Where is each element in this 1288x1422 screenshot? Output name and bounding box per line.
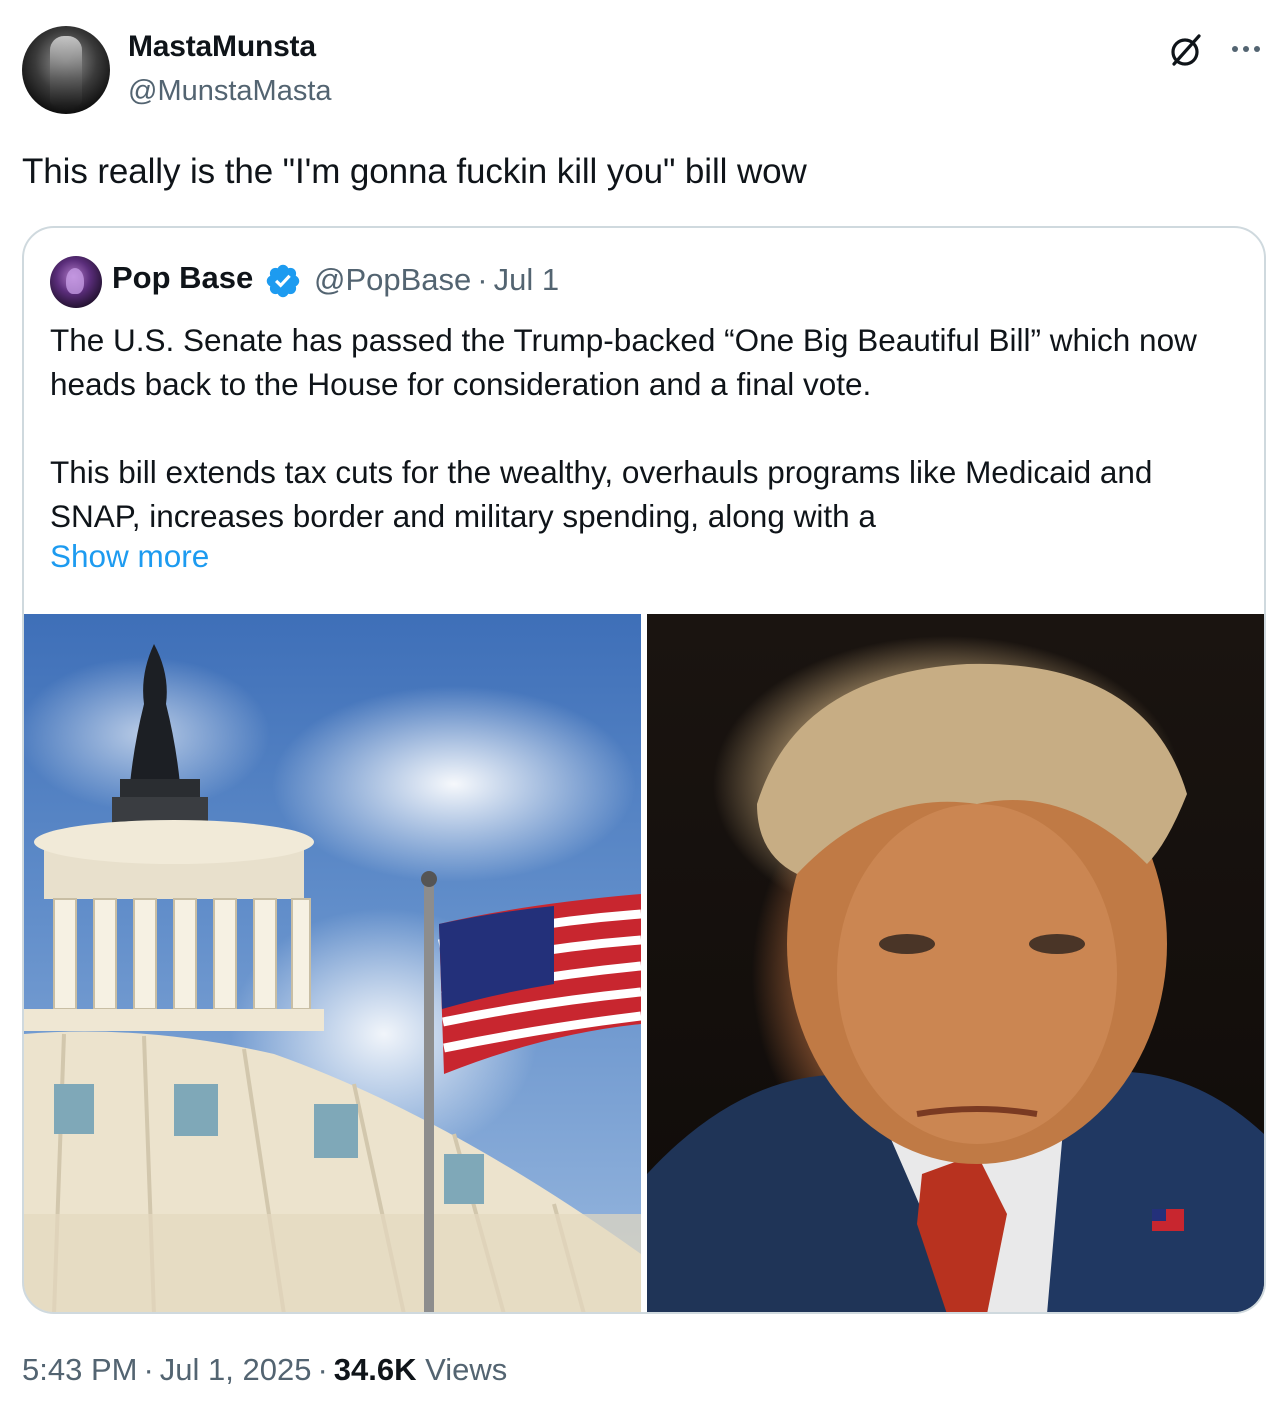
quoted-author-display-name[interactable]: Pop Base [112,260,253,296]
tweet-date[interactable]: Jul 1, 2025 [160,1352,312,1387]
quoted-tweet-meta: @PopBase · Jul 1 [314,262,559,298]
tweet-footer: 5:43 PM · Jul 1, 2025 · 34.6K Views [22,1352,507,1388]
meta-separator: · [477,262,488,297]
author-avatar[interactable] [22,26,110,114]
quoted-tweet-paragraph-2: This bill extends tax cuts for the wealt… [50,454,1153,534]
grok-icon[interactable] [1166,30,1206,70]
tweet-time[interactable]: 5:43 PM [22,1352,137,1387]
quoted-tweet-card[interactable]: Pop Base @PopBase · Jul 1 The U.S. Senate … [22,226,1266,1314]
quoted-author-avatar[interactable] [50,256,102,308]
verified-badge-icon [264,262,302,300]
tweet-text: This really is the "I'm gonna fuckin kil… [22,152,807,191]
author-display-name[interactable]: MastaMunsta [128,30,316,64]
portrait-image[interactable] [647,614,1264,1312]
quoted-tweet-text: The U.S. Senate has passed the Trump-bac… [50,318,1240,538]
show-more-link[interactable]: Show more [50,538,209,575]
views-count[interactable]: 34.6K [334,1352,417,1387]
footer-separator: · [143,1352,154,1387]
quoted-tweet-paragraph-1: The U.S. Senate has passed the Trump-bac… [50,322,1197,402]
quoted-author-handle[interactable]: @PopBase [314,262,471,297]
more-icon[interactable] [1226,32,1266,66]
footer-separator: · [317,1352,328,1387]
media-grid [24,614,1264,1312]
capitol-dome-image[interactable] [24,614,641,1312]
quoted-tweet-date[interactable]: Jul 1 [494,262,559,297]
author-handle[interactable]: @MunstaMasta [128,75,332,108]
views-label: Views [425,1352,508,1387]
